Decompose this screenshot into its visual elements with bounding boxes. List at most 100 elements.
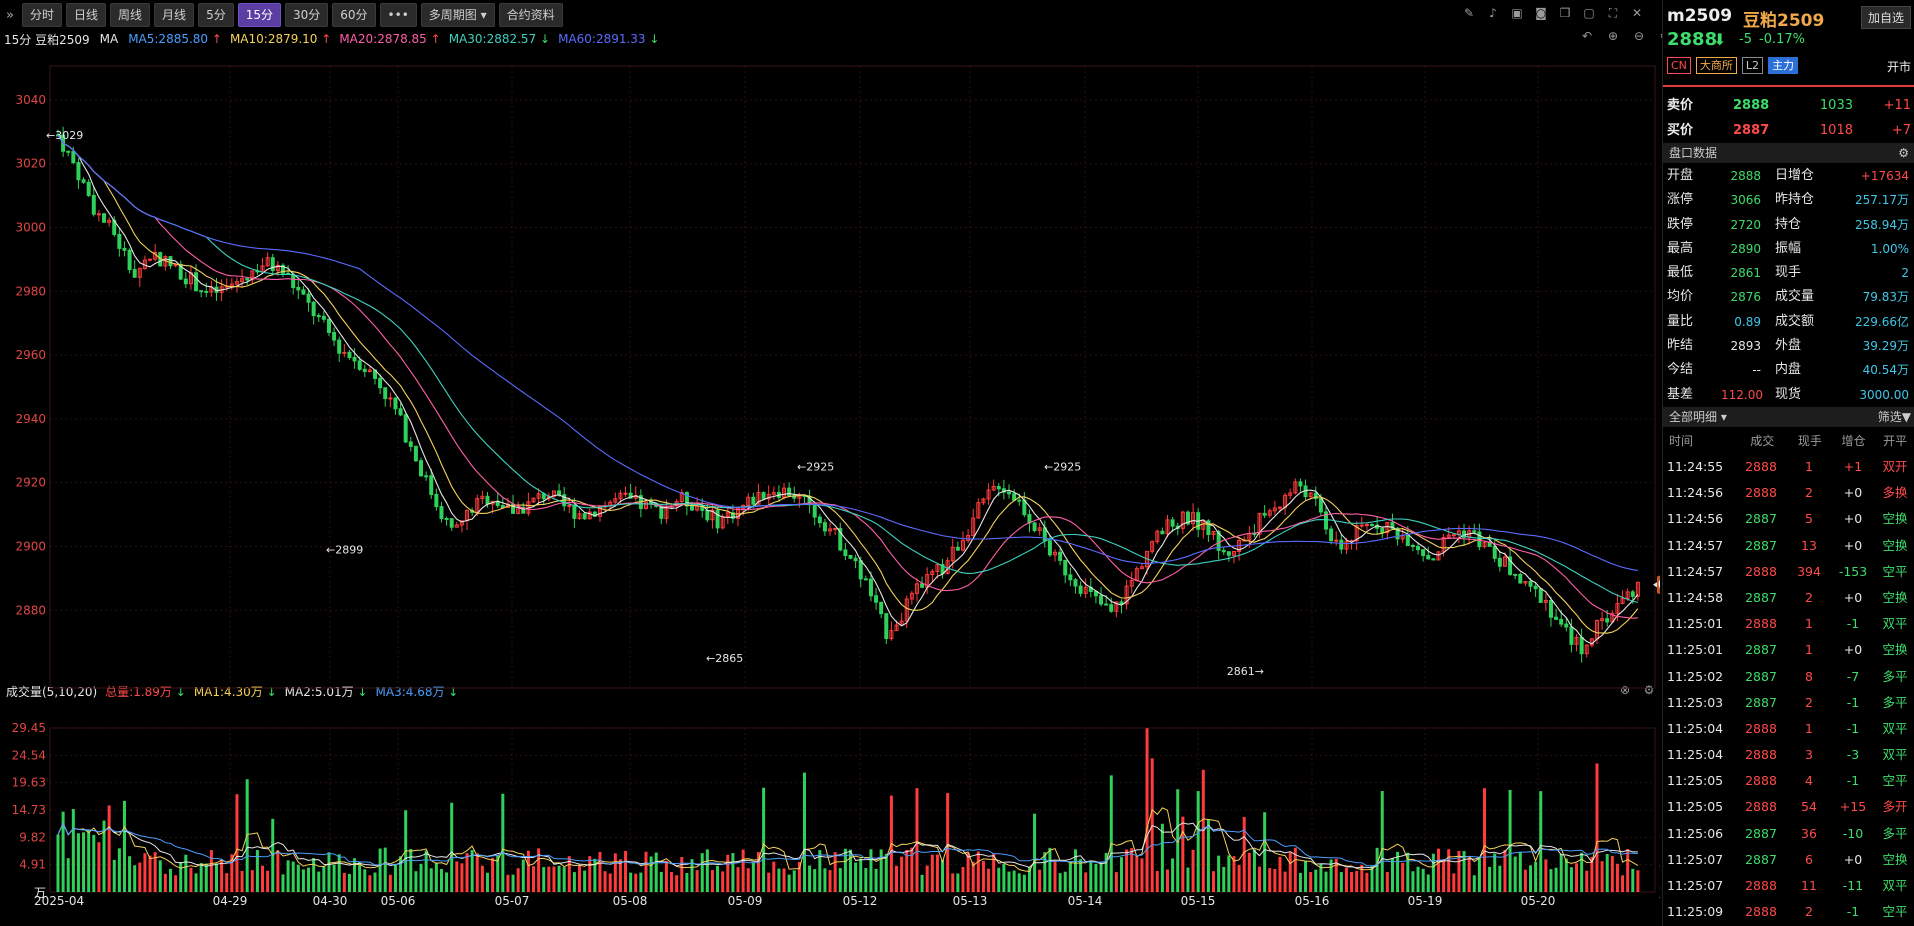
undo-icon[interactable]: ↶ bbox=[1580, 29, 1594, 43]
volume-bar bbox=[122, 800, 126, 892]
trade-oi-change: +0 bbox=[1843, 642, 1863, 658]
candle-body bbox=[1298, 481, 1303, 487]
period-button-monthly[interactable]: 月线 bbox=[154, 3, 195, 27]
volume-bar bbox=[884, 853, 888, 892]
copy-icon[interactable]: ❐ bbox=[1558, 6, 1572, 20]
volume-bar bbox=[746, 868, 750, 892]
volume-bar bbox=[414, 871, 418, 892]
volume-bar bbox=[97, 842, 101, 892]
period-button-30min[interactable]: 30分 bbox=[284, 3, 329, 27]
ma-line-20 bbox=[57, 134, 1638, 619]
quote-value: 1.00% bbox=[1870, 241, 1909, 256]
volume-bar bbox=[332, 864, 336, 892]
bell-icon[interactable]: ♪ bbox=[1486, 6, 1500, 20]
camera-icon[interactable]: ◙ bbox=[1534, 6, 1548, 20]
candle-body bbox=[812, 504, 817, 518]
trade-price: 2887 bbox=[1745, 694, 1777, 710]
detail-section-title[interactable]: 全部明细 bbox=[1669, 410, 1717, 424]
zoom-in-icon[interactable]: ⊕ bbox=[1606, 29, 1620, 43]
candle-body bbox=[1497, 557, 1502, 567]
window-icon[interactable]: ▢ bbox=[1582, 6, 1596, 20]
close-icon[interactable]: ✕ bbox=[1630, 6, 1644, 20]
x-tick-label: 05-16 bbox=[1295, 894, 1330, 908]
candle-body bbox=[787, 487, 792, 497]
period-button-5min[interactable]: 5分 bbox=[198, 3, 234, 27]
y-tick-label-right: 2900 bbox=[1659, 539, 1660, 553]
period-button-60min[interactable]: 60分 bbox=[332, 3, 376, 27]
y-tick-label-left: 2980 bbox=[15, 284, 46, 298]
trade-row: 11:24:56 2887 5 +0 空换 bbox=[1663, 506, 1914, 532]
volume-bar bbox=[1109, 775, 1113, 892]
contract-info-button[interactable]: 合约资料 bbox=[498, 3, 563, 27]
volume-bar bbox=[762, 787, 766, 892]
volume-bar bbox=[1099, 862, 1103, 892]
ma-item-2: MA20:2878.85 ↑ bbox=[339, 32, 441, 46]
multi-period-dropdown[interactable]: 多周期图 ▾ bbox=[420, 3, 495, 27]
trade-price: 2887 bbox=[1745, 511, 1777, 527]
filter-button[interactable]: 筛选▼ bbox=[1878, 407, 1911, 427]
pen-icon[interactable]: ✎ bbox=[1462, 6, 1476, 20]
candle-body bbox=[393, 397, 398, 410]
trade-volume: 3 bbox=[1805, 747, 1813, 763]
trade-row: 11:25:04 2888 1 -1 双平 bbox=[1663, 716, 1914, 742]
candle-body bbox=[582, 513, 587, 520]
period-button-fenshi[interactable]: 分时 bbox=[22, 3, 63, 27]
candle-body bbox=[1063, 559, 1068, 576]
volume-bar bbox=[179, 861, 183, 892]
x-tick-label: 05-09 bbox=[728, 894, 763, 908]
trade-volume: 8 bbox=[1805, 668, 1813, 684]
volume-bar bbox=[1436, 848, 1440, 892]
volume-bar bbox=[1467, 857, 1471, 892]
lock-icon[interactable]: ▣ bbox=[1510, 6, 1524, 20]
volume-bar bbox=[1314, 869, 1318, 892]
volume-bar bbox=[1033, 813, 1037, 892]
fullscreen-icon[interactable]: ⛶ bbox=[1606, 6, 1620, 20]
period-button-daily[interactable]: 日线 bbox=[66, 3, 107, 27]
market-status: 开市 bbox=[1886, 60, 1911, 74]
detail-dropdown-icon[interactable]: ▾ bbox=[1721, 410, 1727, 424]
price-annotation: ←2899 bbox=[326, 544, 363, 557]
candle-body bbox=[296, 286, 301, 291]
more-button[interactable]: ••• bbox=[379, 3, 417, 27]
quote-value: 79.83万 bbox=[1862, 290, 1909, 305]
y-tick-label-right: 3040 bbox=[1659, 93, 1660, 107]
quote-label: 最高 bbox=[1667, 240, 1694, 256]
volume-bar bbox=[266, 870, 270, 892]
chart-title: 15分 豆粕2509 bbox=[4, 32, 90, 47]
ask-label: 卖价 bbox=[1667, 98, 1694, 113]
period-button-15min[interactable]: 15分 bbox=[237, 3, 281, 27]
candle-body bbox=[332, 332, 337, 341]
volume-bar bbox=[624, 850, 628, 892]
volume-bar bbox=[209, 850, 213, 892]
period-button-weekly[interactable]: 周线 bbox=[110, 3, 151, 27]
volume-bar bbox=[997, 867, 1001, 892]
volume-bar bbox=[1145, 728, 1149, 892]
volume-bar bbox=[685, 872, 689, 892]
trade-type: 多平 bbox=[1882, 694, 1908, 710]
quote-row: 量比 0.89 成交额 229.66亿 bbox=[1663, 310, 1914, 334]
add-watchlist-button[interactable]: 加自选 bbox=[1860, 6, 1911, 29]
detail-section-header: 全部明细 ▾ 筛选▼ bbox=[1663, 407, 1914, 427]
zoom-out-icon[interactable]: ⊖ bbox=[1632, 29, 1646, 43]
volume-bar bbox=[1048, 847, 1052, 892]
ask-price: 2888 bbox=[1733, 98, 1770, 113]
trade-volume: 2 bbox=[1805, 694, 1813, 710]
volume-bar bbox=[1483, 788, 1486, 892]
kline-chart[interactable]: 2880 2880 2900 2900 2920 2920 2940 2940 2960 2960… bbox=[0, 48, 1660, 926]
volume-bar bbox=[1227, 855, 1231, 892]
candle-body bbox=[270, 257, 275, 272]
trade-time: 11:24:58 bbox=[1667, 589, 1724, 605]
x-tick-label: 05-15 bbox=[1181, 894, 1216, 908]
candle-body bbox=[383, 387, 388, 400]
candle-body bbox=[920, 583, 925, 588]
trade-row: 11:24:57 2888 394 -153 空平 bbox=[1663, 559, 1914, 585]
trade-oi-change: -3 bbox=[1846, 747, 1860, 763]
quote-settings-icon[interactable]: ⚙ bbox=[1898, 143, 1909, 163]
volume-bar bbox=[833, 852, 837, 892]
quote-row: 涨停 3066 昨持仓 257.17万 bbox=[1663, 188, 1914, 212]
collapse-icon[interactable]: » bbox=[2, 8, 18, 23]
volume-tick-right: 9.82 bbox=[1659, 830, 1660, 844]
volume-bar bbox=[353, 858, 357, 892]
x-tick-label: 05-19 bbox=[1408, 894, 1443, 908]
volume-bar bbox=[1411, 871, 1415, 892]
